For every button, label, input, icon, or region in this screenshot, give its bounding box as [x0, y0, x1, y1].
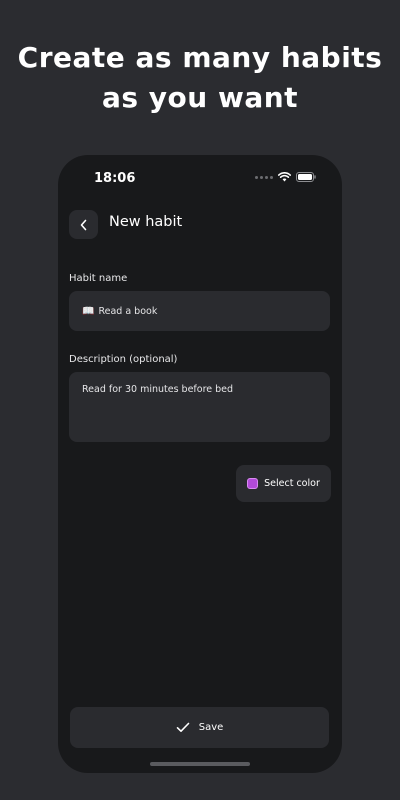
habit-name-input[interactable]: 📖 Read a book — [69, 291, 330, 331]
save-button[interactable]: Save — [70, 707, 329, 748]
habit-name-label: Habit name — [69, 273, 128, 284]
status-icons — [255, 172, 316, 182]
select-color-button[interactable]: Select color — [236, 465, 331, 502]
status-time: 18:06 — [94, 171, 136, 186]
description-label: Description (optional) — [69, 354, 178, 365]
headline-line-1: Create as many habits — [17, 41, 383, 74]
headline: Create as many habits as you want — [0, 38, 400, 118]
wifi-icon — [278, 172, 291, 182]
chevron-left-icon — [80, 219, 86, 230]
color-swatch — [247, 478, 259, 489]
book-icon: 📖 — [82, 305, 95, 317]
description-value: Read for 30 minutes before bed — [82, 384, 234, 395]
signal-icon — [255, 175, 273, 179]
checkmark-icon — [176, 722, 190, 732]
habit-name-value: Read a book — [98, 305, 158, 317]
phone-frame: 18:06 New habit Habit name 📖 Read a book… — [58, 155, 342, 773]
battery-icon — [296, 172, 316, 182]
back-button[interactable] — [69, 210, 98, 239]
headline-line-2: as you want — [101, 81, 299, 114]
select-color-label: Select color — [264, 478, 320, 489]
description-input[interactable]: Read for 30 minutes before bed — [69, 372, 330, 442]
save-label: Save — [198, 722, 224, 733]
page-title: New habit — [109, 214, 183, 230]
home-indicator[interactable] — [150, 762, 250, 766]
